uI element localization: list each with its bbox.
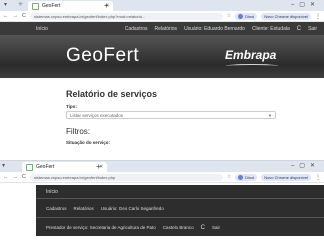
nav-prestador: Prestador de serviço: Secretaria de Agri… <box>46 225 156 230</box>
tab-search-icon-2[interactable]: ▾ <box>2 161 5 172</box>
main-content: Relatório de serviços Tipo: Listar servi… <box>0 78 324 145</box>
tab-title: GeoFert <box>42 3 61 9</box>
nav-row-1: Cadastros Relatórios Usuário: Geo Carlo … <box>46 206 164 211</box>
nav-cadastros-2[interactable]: Cadastros <box>46 206 67 211</box>
bookmark-star-icon[interactable]: ☆ <box>227 13 231 19</box>
divider <box>36 198 324 199</box>
nav-row-2: Prestador de serviço: Secretaria de Agri… <box>46 225 220 231</box>
site-banner: GeoFert Embrapa <box>0 35 324 78</box>
brand-logo: GeoFert <box>66 45 140 66</box>
nav-inicio-2[interactable]: Início <box>46 189 58 195</box>
page-title: Relatório de serviços <box>66 89 158 99</box>
profile-button-2[interactable]: Dinoi <box>235 173 258 181</box>
bookmark-star-icon-2[interactable]: ☆ <box>227 174 231 180</box>
nav-inicio[interactable]: Início <box>36 26 48 32</box>
menu-kebab-icon[interactable]: ⋮ <box>315 13 321 20</box>
service-status-label: Situação do serviço: <box>66 140 111 145</box>
avatar-2 <box>238 174 244 180</box>
address-bar: ← → C sistemas.cnpso.embrapa.br/geofert/… <box>0 11 324 22</box>
tab-search-icon[interactable]: ▾ <box>4 0 7 11</box>
type-label: Tipo: <box>66 104 77 109</box>
refresh-icon[interactable]: C <box>297 26 301 32</box>
nav-usuario: Usuário: Eduardo Bernardo <box>184 25 245 32</box>
url-field[interactable]: sistemas.cnpso.embrapa.br/geofert/index.… <box>29 12 223 20</box>
report-type-value: Listar serviços executados <box>70 113 124 118</box>
filters-heading: Filtros: <box>66 127 90 136</box>
tab-strip-2: ▾ GeoFert ✕ + –▢✕ <box>0 161 324 172</box>
address-bar-2: ← → C sistemas.cnpso.embrapa.br/geofert/… <box>0 172 324 183</box>
embrapa-logo: Embrapa <box>225 48 277 62</box>
new-tab-button[interactable]: + <box>104 0 109 11</box>
back-icon-2[interactable]: ← <box>3 174 9 180</box>
tab-title-2: GeoFert <box>36 164 55 170</box>
tab-strip: ▾ ✳ GeoFert ✕ + –▢✕ <box>0 0 324 11</box>
nav-cadastros[interactable]: Cadastros <box>125 26 148 32</box>
back-icon[interactable]: ← <box>3 13 9 19</box>
reload-icon[interactable]: C <box>22 13 26 19</box>
site-top-nav: Início Cadastros Relatórios Usuário: Edu… <box>0 22 324 35</box>
url-field-2[interactable]: sistemas.cnpso.embrapa.br/geofert/index.… <box>29 173 223 181</box>
window-controls[interactable]: –▢✕ <box>291 0 320 11</box>
nav-relatorios[interactable]: Relatórios <box>155 26 178 32</box>
new-tab-button-2[interactable]: + <box>96 161 101 172</box>
update-chrome-button-2[interactable]: Novo Chrome disponível <box>261 173 311 181</box>
nav-usuario-2: Usuário: Geo Carlo Seganfredo <box>100 206 164 211</box>
tab-geofert-2[interactable]: GeoFert ✕ <box>22 162 108 172</box>
profile-label-2: Dinoi <box>245 174 255 180</box>
tab-geofert[interactable]: GeoFert ✕ <box>28 1 114 11</box>
embrapa-swoosh <box>226 64 278 68</box>
window-controls-2[interactable]: –▢✕ <box>291 161 320 172</box>
nav-sair[interactable]: Sair <box>308 26 317 32</box>
nav-relatorios-2[interactable]: Relatórios <box>74 206 94 211</box>
browser-window-secondary: ▾ GeoFert ✕ + –▢✕ ← → C sistemas.cnpso.e… <box>0 160 324 236</box>
favicon-icon <box>32 2 39 10</box>
profile-button[interactable]: Dinoi <box>235 12 258 20</box>
nav-cliente: Cliente: Estudala <box>251 25 290 32</box>
menu-kebab-icon-2[interactable]: ⋮ <box>315 174 321 181</box>
divider-2 <box>36 217 324 218</box>
browser-window-main: ▾ ✳ GeoFert ✕ + –▢✕ ← → C sistemas.cnpso… <box>0 0 324 160</box>
refresh-icon-2[interactable]: C <box>201 225 205 231</box>
forward-icon-2[interactable]: → <box>13 174 19 180</box>
report-type-select[interactable]: Listar serviços executados ▼ <box>66 111 276 119</box>
nav-castelo-branco: Castelo Branco <box>162 225 194 230</box>
chevron-down-icon: ▼ <box>268 113 272 118</box>
update-chrome-button[interactable]: Novo Chrome disponível <box>261 12 311 20</box>
forward-icon[interactable]: → <box>13 13 19 19</box>
reload-icon-2[interactable]: C <box>22 174 26 180</box>
avatar <box>238 13 244 19</box>
mobile-nav-panel: Início Cadastros Relatórios Usuário: Geo… <box>36 185 324 236</box>
profile-label: Dinoi <box>245 13 255 19</box>
favicon-icon-2 <box>26 163 33 171</box>
tab-group-icon: ✳ <box>18 2 24 8</box>
nav-sair-2[interactable]: Sair <box>212 225 220 231</box>
